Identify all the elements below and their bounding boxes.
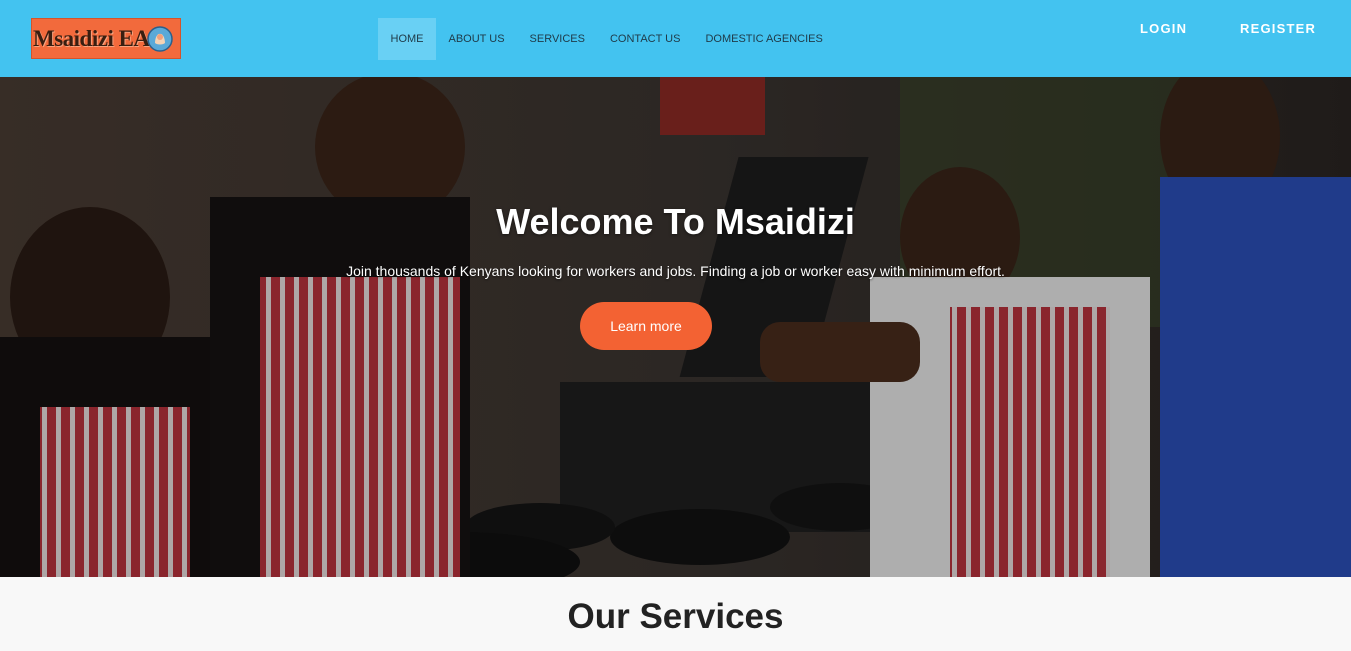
hero-title: Welcome To Msaidizi bbox=[496, 201, 855, 242]
learn-more-button[interactable]: Learn more bbox=[580, 302, 712, 350]
nav-services[interactable]: SERVICES bbox=[517, 18, 597, 60]
services-title: Our Services bbox=[567, 597, 784, 636]
site-header: Msaidizi EA HOME ABOUT US SERVICES CONTA… bbox=[0, 0, 1351, 77]
nav-home[interactable]: HOME bbox=[378, 18, 436, 60]
logo-text: Msaidizi EA bbox=[33, 25, 150, 51]
site-logo[interactable]: Msaidizi EA bbox=[31, 18, 181, 59]
services-section: Our Services bbox=[0, 577, 1351, 651]
register-link[interactable]: REGISTER bbox=[1240, 21, 1316, 36]
nav-about-us[interactable]: ABOUT US bbox=[436, 18, 517, 60]
baby-hands-icon bbox=[147, 26, 173, 52]
hero-section: Welcome To Msaidizi Join thousands of Ke… bbox=[0, 77, 1351, 577]
nav-contact-us[interactable]: CONTACT US bbox=[597, 18, 693, 60]
hero-subtitle: Join thousands of Kenyans looking for wo… bbox=[346, 263, 1005, 279]
login-link[interactable]: LOGIN bbox=[1140, 21, 1187, 36]
nav-domestic-agencies[interactable]: DOMESTIC AGENCIES bbox=[693, 18, 835, 60]
main-nav: HOME ABOUT US SERVICES CONTACT US DOMEST… bbox=[378, 18, 835, 60]
